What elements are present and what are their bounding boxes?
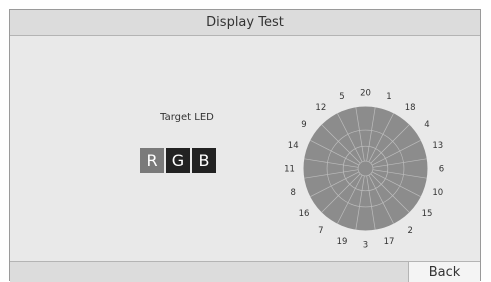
dial-number: 10 — [432, 188, 443, 198]
dial-number: 20 — [360, 89, 371, 99]
led-red-button[interactable]: R — [140, 148, 164, 173]
dial-number: 11 — [284, 165, 295, 175]
dial-number: 15 — [422, 209, 433, 219]
dial-number: 5 — [339, 92, 344, 102]
dial-number: 3 — [363, 241, 368, 251]
target-led-label: Target LED — [160, 112, 214, 123]
page-title: Display Test — [206, 15, 284, 30]
dial-number: 4 — [424, 120, 429, 130]
dial-number: 17 — [384, 237, 395, 247]
dial-number: 7 — [318, 226, 323, 236]
led-blue-button[interactable]: B — [192, 148, 216, 173]
rgb-selector: R G B — [140, 148, 218, 173]
display-test-window: Display Test Target LED R G B 20 1 18 4 13 6 1… — [9, 9, 481, 282]
dial-number: 14 — [288, 141, 299, 151]
dial-number: 6 — [439, 165, 444, 175]
dial-number: 13 — [432, 141, 443, 151]
dial-number: 1 — [386, 92, 391, 102]
dial-number: 16 — [299, 209, 310, 219]
dartboard-dial: 20 1 18 4 13 6 10 15 2 17 3 19 7 16 8 11 14 9 12 5 — [284, 89, 444, 251]
led-green-button[interactable]: G — [166, 148, 190, 173]
title-bar: Display Test — [10, 10, 480, 36]
back-button[interactable]: Back — [408, 262, 480, 282]
dial-number: 2 — [407, 226, 412, 236]
dial-number: 18 — [405, 103, 416, 113]
dial-number: 12 — [315, 103, 326, 113]
dial-number: 8 — [291, 188, 296, 198]
test-content-area: Target LED R G B 20 1 18 4 13 6 10 15 2 17 3 19 7 16 8… — [10, 36, 480, 261]
dial-number: 9 — [301, 120, 306, 130]
dial-number: 19 — [337, 237, 348, 247]
